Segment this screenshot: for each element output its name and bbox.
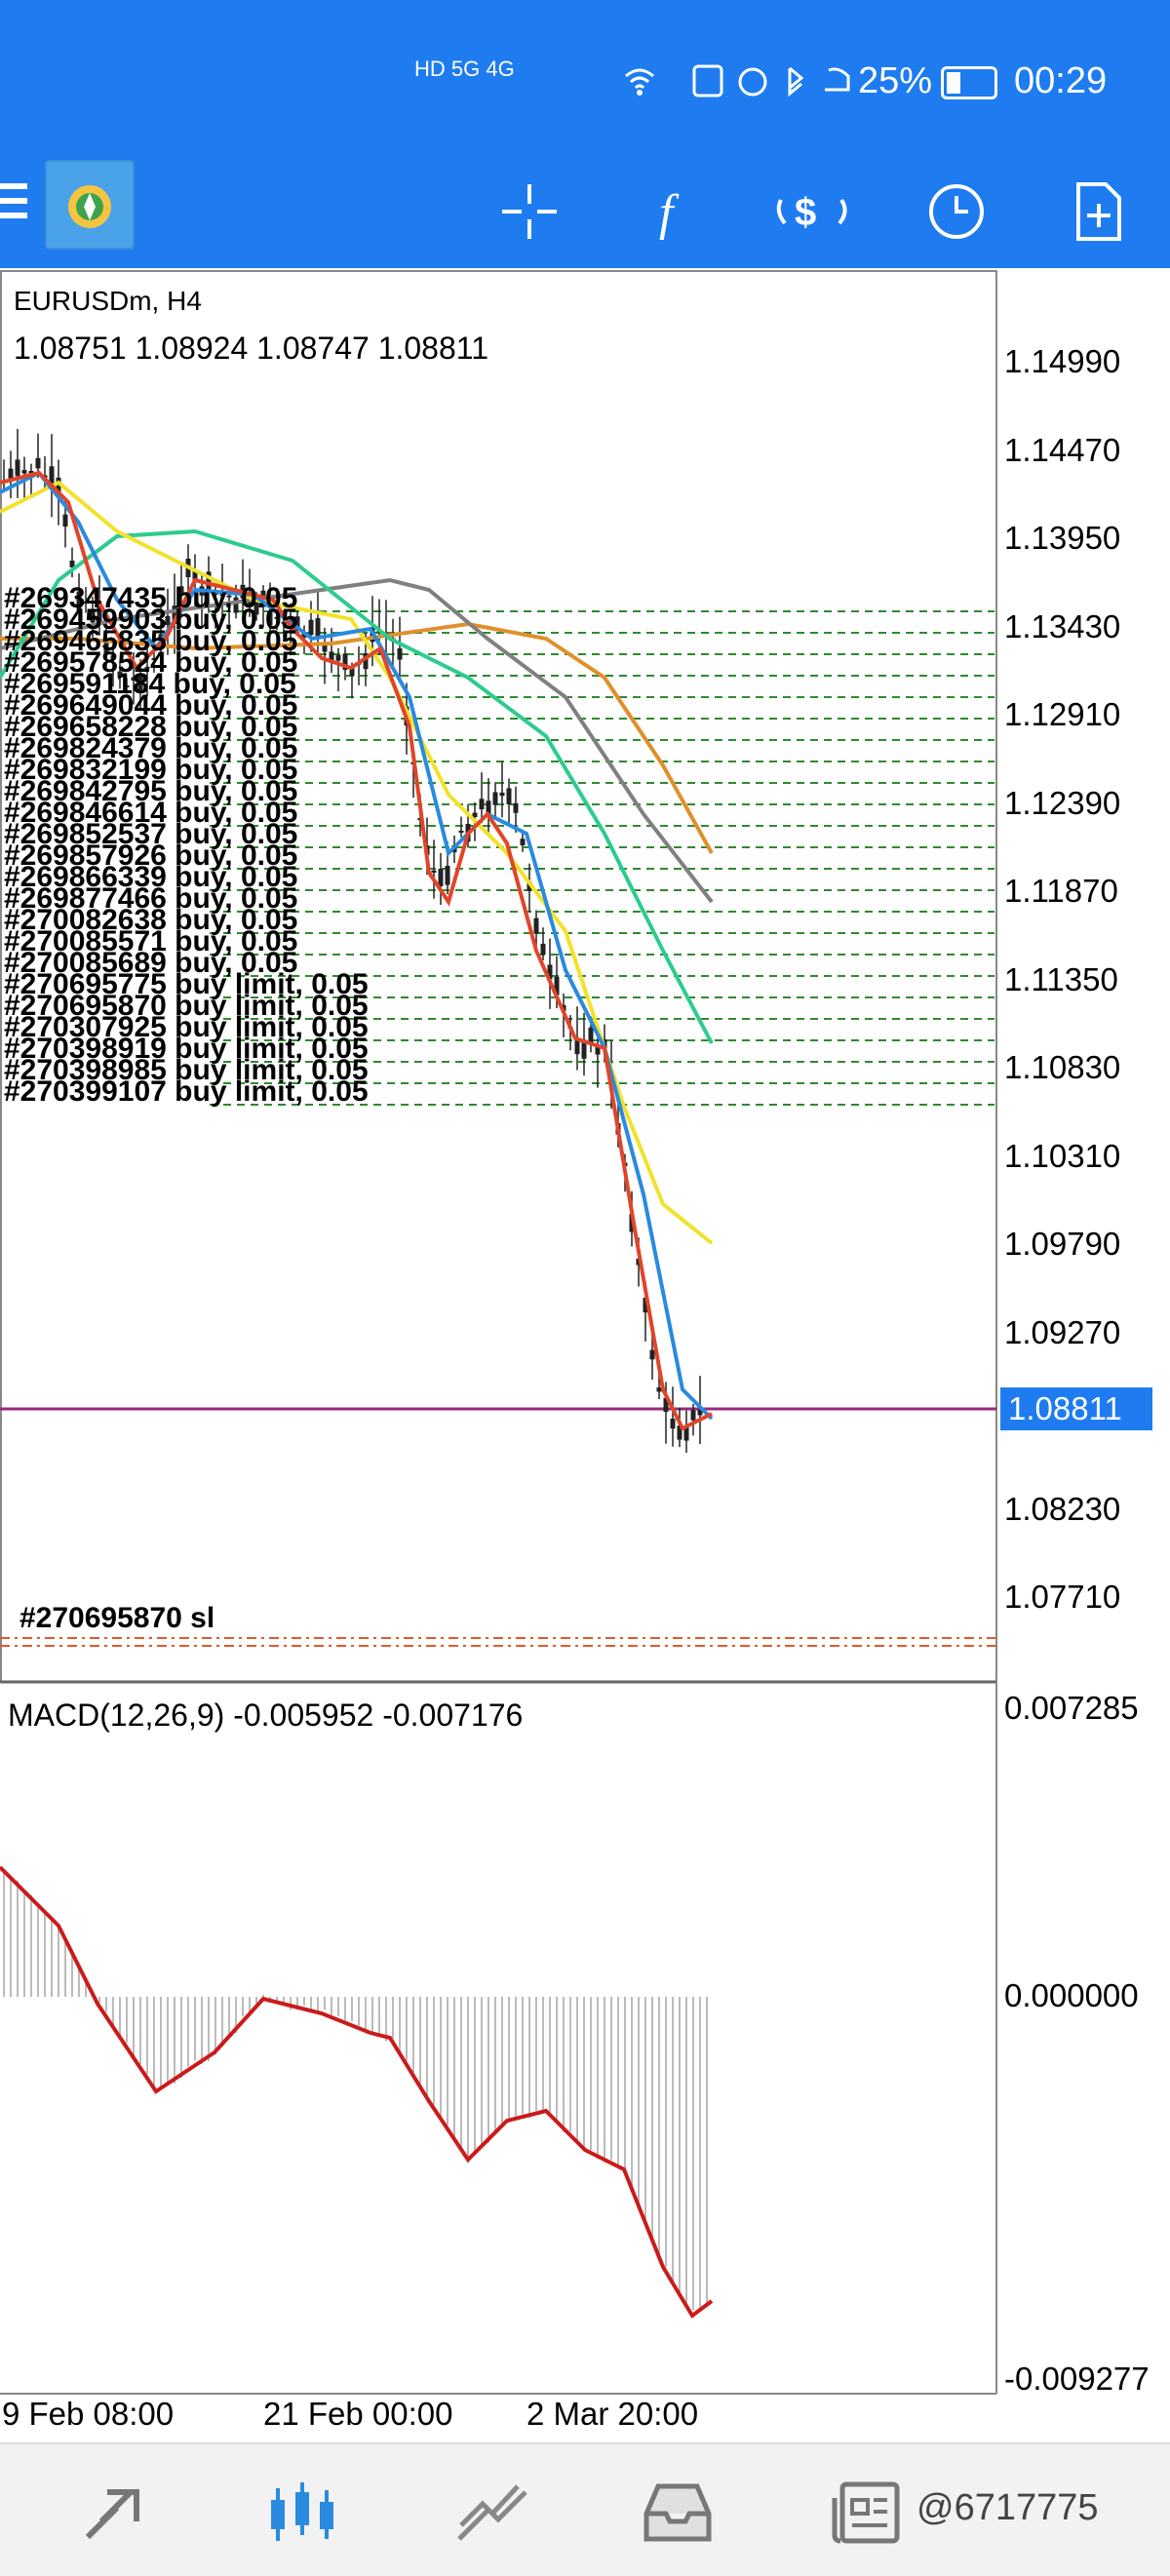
- candle-body: [458, 831, 464, 833]
- price-axis-label: 1.14470: [1004, 431, 1121, 468]
- time-axis-label: 2 Mar 20:00: [526, 2396, 699, 2432]
- macd-axis-label: 0.007285: [1004, 1690, 1139, 1726]
- price-axis-label: 1.14990: [1004, 343, 1121, 379]
- price-axis-label: 1.09270: [1004, 1313, 1121, 1350]
- candle-body: [445, 866, 450, 885]
- menu-icon[interactable]: [0, 183, 27, 228]
- status-bar: HD 5G 4G 25% 00:29: [0, 0, 1170, 156]
- candle-body: [499, 792, 505, 797]
- macd-axis-label: 0.000000: [1004, 1977, 1139, 2013]
- period-clock-icon[interactable]: [915, 170, 998, 254]
- candle-body: [506, 788, 512, 804]
- candle-body: [690, 1410, 696, 1421]
- wifi-icon: [625, 68, 654, 96]
- candle-body: [62, 514, 68, 527]
- candle-body: [520, 839, 526, 845]
- ohlc-values: 1.08751 1.08924 1.08747 1.08811: [14, 331, 488, 366]
- candle-body: [431, 870, 437, 873]
- network-indicator: HD 5G 4G: [414, 57, 515, 81]
- new-order-icon[interactable]: [1056, 170, 1140, 254]
- candle-body: [35, 457, 41, 469]
- time-axis-label: 9 Feb 08:00: [2, 2396, 175, 2432]
- price-axis-label: 1.11350: [1004, 960, 1118, 997]
- candle-body: [438, 869, 444, 886]
- price-axis-label: 1.08230: [1004, 1490, 1121, 1527]
- order-label[interactable]: #270399107 buy limit, 0.05: [4, 1075, 369, 1109]
- candle-body: [533, 917, 539, 934]
- svg-text:f: f: [659, 185, 680, 241]
- candle-body: [513, 802, 519, 813]
- candle-body: [308, 619, 314, 636]
- system-status-icons: [692, 64, 850, 98]
- candle-body: [540, 943, 546, 955]
- price-axis-label: 1.09790: [1004, 1226, 1121, 1262]
- watermark: @6717775: [916, 2487, 1099, 2528]
- price-axis-label: 1.12390: [1004, 784, 1121, 821]
- price-axis-label: 1.12910: [1004, 696, 1121, 732]
- candle-body: [472, 812, 478, 817]
- bottom-navigation: @6717775: [0, 2442, 1170, 2576]
- chart-icon[interactable]: [258, 2474, 346, 2552]
- objects-icon[interactable]: $: [770, 170, 854, 254]
- price-axis-label: 1.13430: [1004, 607, 1121, 644]
- current-price-tag: 1.08811: [1000, 1387, 1152, 1430]
- price-axis-label: 1.13950: [1004, 520, 1121, 556]
- top-toolbar: f $: [0, 156, 1170, 268]
- candle-body: [8, 468, 14, 479]
- candle-body: [492, 792, 498, 805]
- price-axis-label: 1.07710: [1004, 1579, 1121, 1615]
- clock: 00:29: [1014, 60, 1108, 101]
- quotes-icon[interactable]: [73, 2474, 161, 2552]
- price-axis-label: 1.10830: [1004, 1049, 1121, 1085]
- macd-axis-label: -0.009277: [1004, 2361, 1150, 2397]
- candle-body: [479, 799, 485, 809]
- time-axis-label: 21 Feb 00:00: [263, 2396, 453, 2432]
- macd-title: MACD(12,26,9) -0.005952 -0.007176: [8, 1698, 524, 1733]
- news-icon[interactable]: [824, 2474, 912, 2552]
- price-axis-label: 1.11870: [1004, 873, 1118, 909]
- function-icon[interactable]: f: [629, 170, 713, 254]
- candle-body: [21, 470, 27, 474]
- candle-body: [315, 618, 321, 638]
- crosshair-icon[interactable]: [488, 170, 571, 254]
- trade-icon[interactable]: [448, 2474, 536, 2552]
- candle-body: [397, 648, 403, 660]
- metatrader-logo[interactable]: [45, 160, 135, 250]
- symbol-title: EURUSDm, H4: [14, 286, 202, 316]
- svg-text:$: $: [795, 191, 816, 234]
- history-icon[interactable]: [634, 2474, 722, 2552]
- battery-icon: [941, 66, 997, 99]
- candle-body: [670, 1419, 676, 1429]
- price-axis-label: 1.10310: [1004, 1137, 1121, 1174]
- candle-body: [335, 655, 341, 661]
- chart-area[interactable]: EURUSDm, H4 1.08751 1.08924 1.08747 1.08…: [0, 268, 1170, 2442]
- candle-body: [649, 1349, 655, 1360]
- battery-percent: 25%: [858, 60, 933, 101]
- candle-body: [15, 459, 20, 477]
- sl-label[interactable]: #270695870 sl: [20, 1602, 214, 1635]
